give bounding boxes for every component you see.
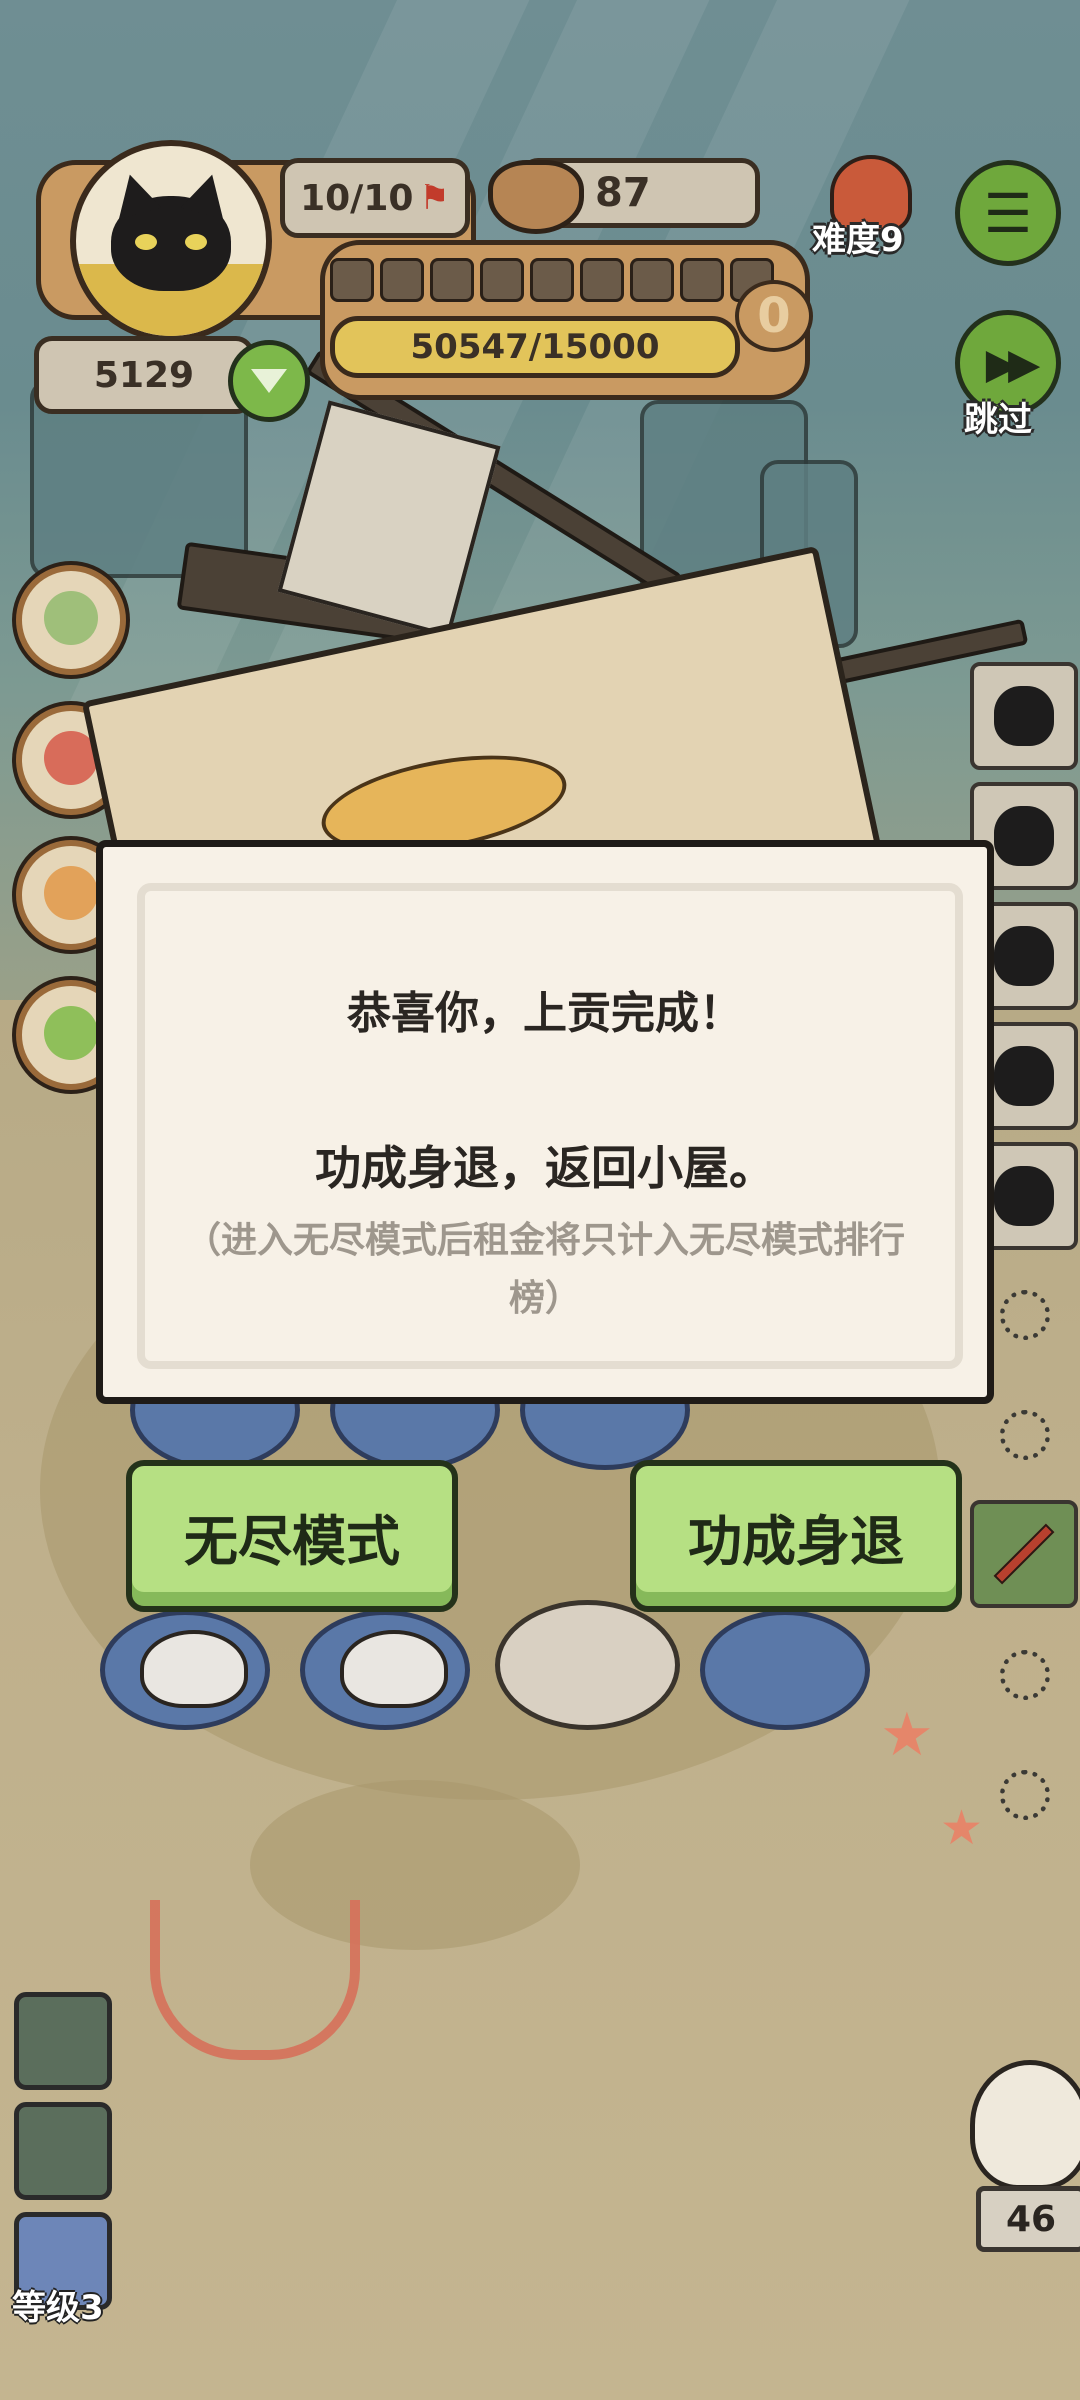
menu-icon: ☰ bbox=[983, 181, 1033, 245]
rent-progress-text: 50547/15000 bbox=[410, 327, 660, 367]
level-label: 等级3 bbox=[12, 2288, 104, 2328]
coral bbox=[150, 1900, 360, 2060]
water-pool[interactable] bbox=[700, 1610, 870, 1730]
plant-icon bbox=[44, 591, 98, 645]
starfish: ★ bbox=[880, 1700, 934, 1770]
skip-label[interactable]: 跳过 bbox=[964, 392, 1032, 441]
menu-button[interactable]: ☰ bbox=[955, 160, 1061, 266]
cat-bowl-icon bbox=[488, 160, 584, 234]
trash-bag-icon bbox=[994, 1166, 1054, 1226]
pip bbox=[530, 258, 574, 302]
coins-counter: 87 bbox=[595, 170, 651, 216]
stone bbox=[495, 1600, 680, 1730]
pip bbox=[580, 258, 624, 302]
cat-ear bbox=[180, 168, 234, 220]
multiplier-value: 0 bbox=[757, 288, 791, 344]
fast-forward-icon: ▶▶ bbox=[985, 338, 1041, 388]
difficulty-label: 难度9 bbox=[812, 220, 904, 260]
pip bbox=[380, 258, 424, 302]
retire-button[interactable]: 功成身退 bbox=[630, 1460, 962, 1612]
ability-slot[interactable] bbox=[14, 2102, 112, 2200]
pip bbox=[480, 258, 524, 302]
trash-slot[interactable] bbox=[970, 662, 1078, 770]
resting-cat[interactable] bbox=[140, 1630, 248, 1708]
dialog-title: 恭喜你，上贡完成！ bbox=[347, 988, 743, 1039]
fishing-slot[interactable] bbox=[970, 1500, 1078, 1608]
dialog-message: 功成身退，返回小屋。 bbox=[315, 1141, 775, 1195]
cat-eye bbox=[135, 234, 157, 250]
empty-slot-marker bbox=[1000, 1290, 1050, 1340]
ability-slot[interactable] bbox=[14, 1992, 112, 2090]
empty-slot-marker bbox=[1000, 1770, 1050, 1820]
pip bbox=[430, 258, 474, 302]
starfish: ★ bbox=[940, 1800, 984, 1856]
money-box: 5129 bbox=[34, 336, 254, 414]
owl-count: 46 bbox=[1005, 2198, 1057, 2240]
fishing-rod-icon bbox=[993, 1523, 1055, 1585]
cat-face bbox=[108, 168, 234, 291]
cat-ear bbox=[108, 168, 162, 220]
trash-bag-icon bbox=[994, 806, 1054, 866]
multiplier-badge: 0 bbox=[735, 280, 813, 352]
trash-bag-icon bbox=[994, 926, 1054, 986]
fish-icon bbox=[44, 866, 98, 920]
trash-bag-icon bbox=[994, 1046, 1054, 1106]
tribute-complete-dialog: 恭喜你，上贡完成！ 功成身退，返回小屋。 （进入无尽模式后租金将只计入无尽模式排… bbox=[96, 840, 994, 1404]
endless-mode-button[interactable]: 无尽模式 bbox=[126, 1460, 458, 1612]
empty-slot-marker bbox=[1000, 1410, 1050, 1460]
chevron-down-icon[interactable] bbox=[228, 340, 310, 422]
money-counter: 5129 bbox=[93, 354, 195, 396]
device-icon bbox=[44, 1006, 98, 1060]
flag-icon: ⚑ bbox=[419, 178, 450, 218]
rent-progress-bar: 50547/15000 bbox=[330, 316, 740, 378]
owl-icon[interactable] bbox=[970, 2060, 1080, 2190]
dialog-note: （进入无尽模式后租金将只计入无尽模式排行榜） bbox=[184, 1220, 905, 1319]
lives-box: 10/10 ⚑ bbox=[280, 158, 470, 238]
pip bbox=[680, 258, 724, 302]
owl-counter: 46 bbox=[976, 2186, 1080, 2252]
lives-counter: 10/10 bbox=[300, 177, 414, 219]
empty-slot-marker bbox=[1000, 1650, 1050, 1700]
resting-cat[interactable] bbox=[340, 1630, 448, 1708]
pip bbox=[630, 258, 674, 302]
cat-eye bbox=[185, 234, 207, 250]
pip bbox=[330, 258, 374, 302]
cat-avatar-icon[interactable] bbox=[70, 140, 272, 342]
trash-bag-icon bbox=[994, 686, 1054, 746]
progress-pips bbox=[330, 258, 774, 302]
skill-badge-plant[interactable] bbox=[16, 565, 126, 675]
